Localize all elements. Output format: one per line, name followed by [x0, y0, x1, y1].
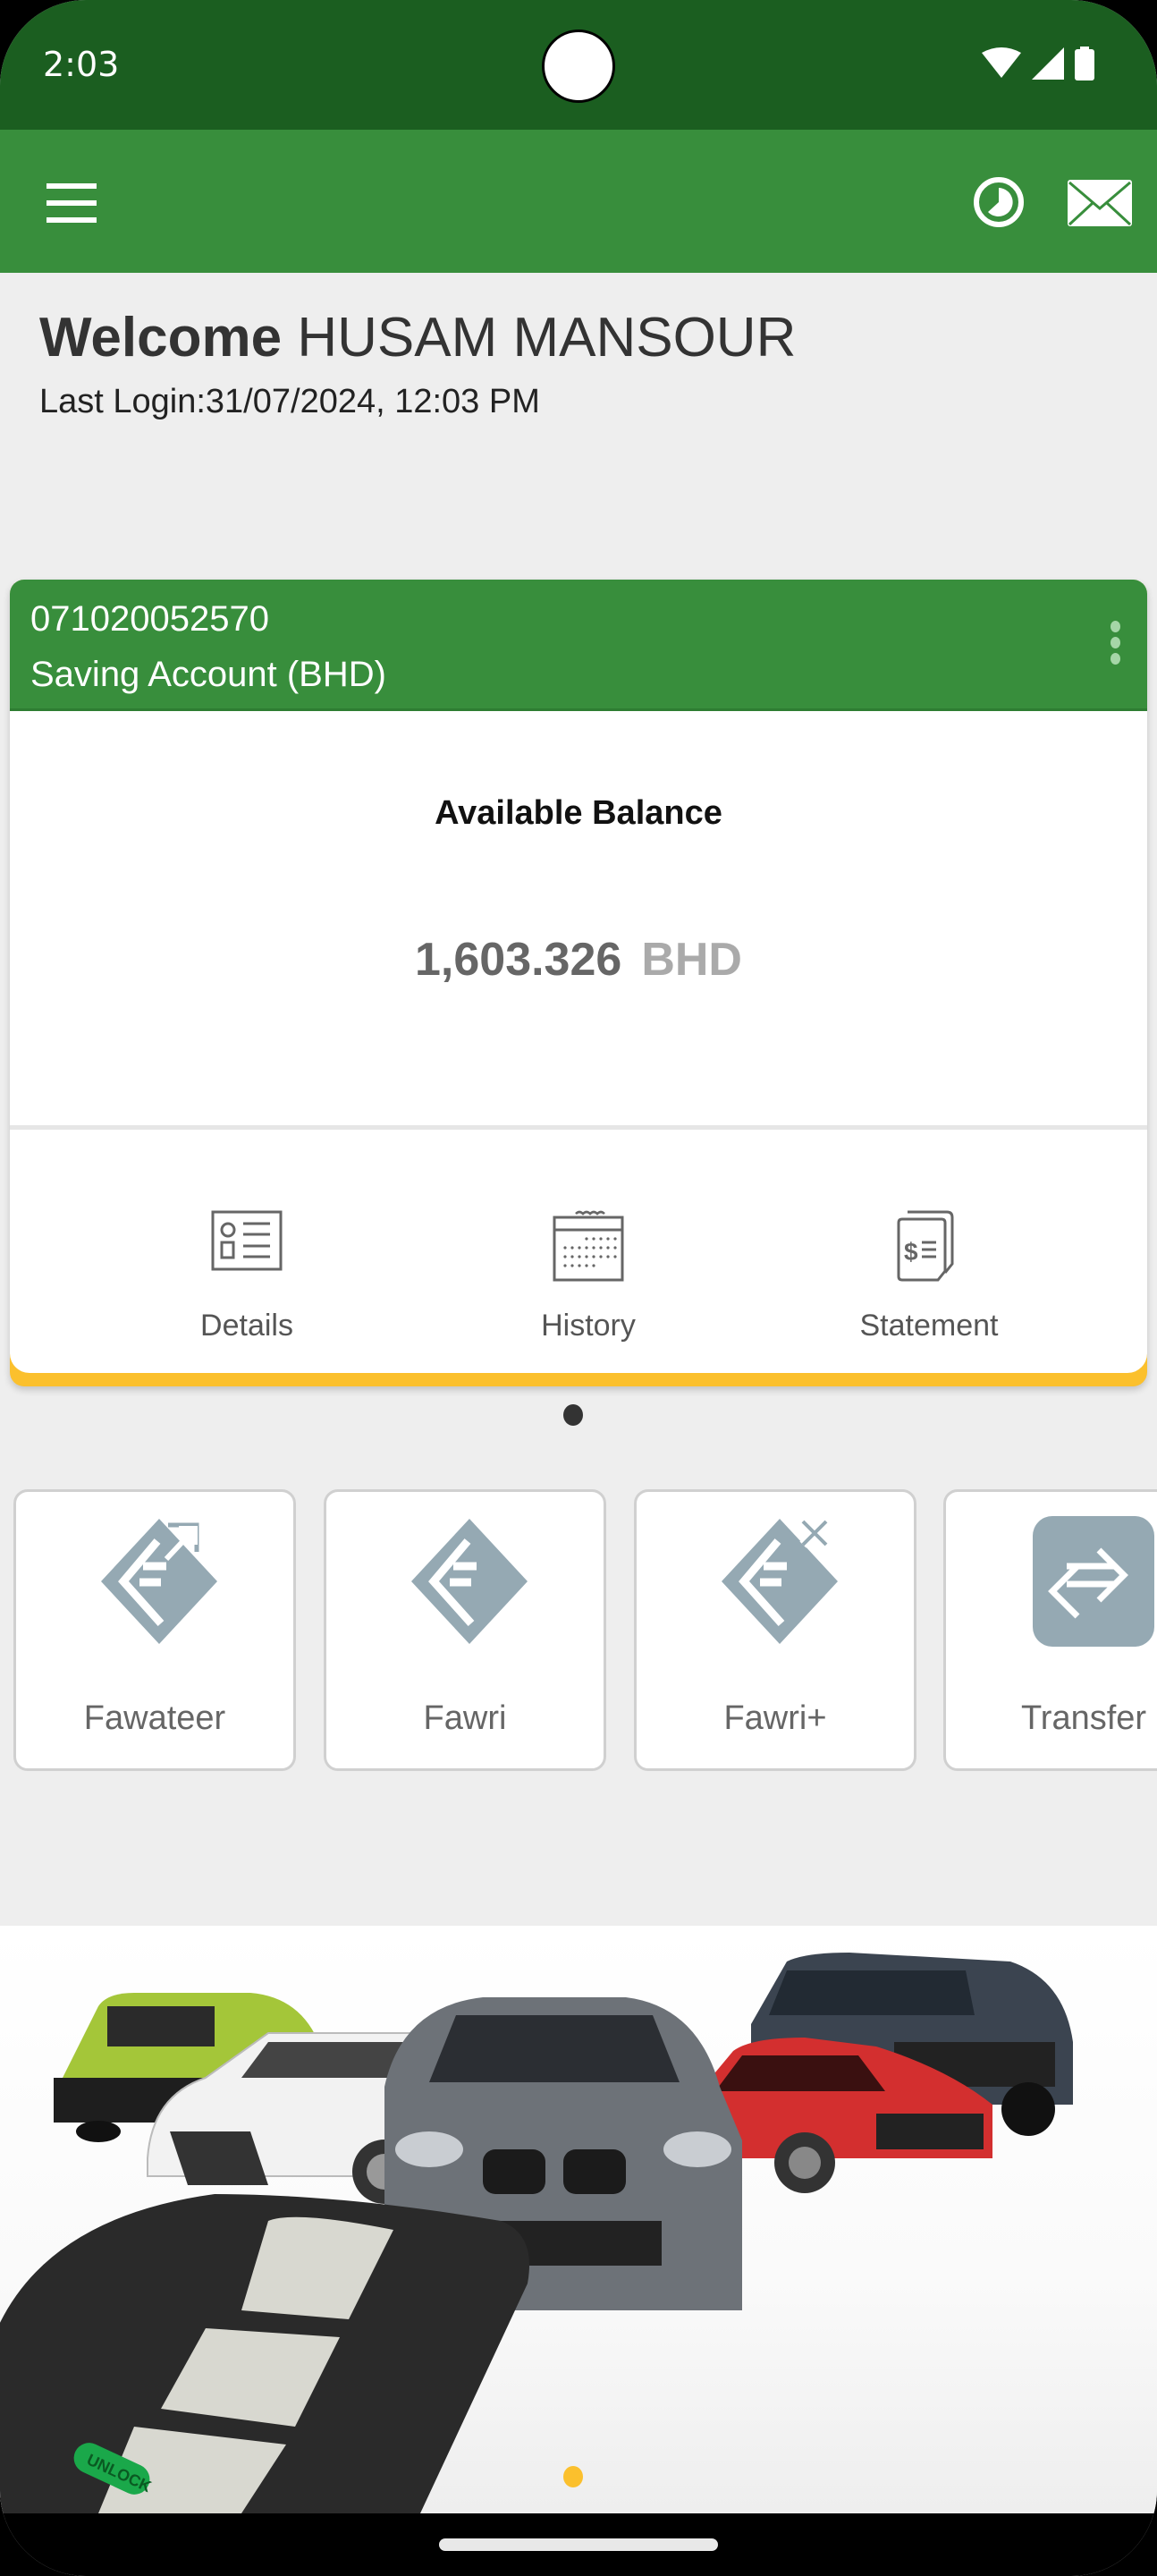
status-icons — [982, 47, 1094, 80]
details-button[interactable]: Details — [113, 1130, 381, 1353]
banner-pager-dot[interactable] — [563, 2466, 583, 2487]
details-label: Details — [200, 1309, 293, 1343]
camera-cutout — [542, 30, 615, 103]
hamburger-menu-icon[interactable] — [46, 183, 97, 223]
fawri-icon — [411, 1519, 528, 1644]
banner-cars-image: UNLOCK — [0, 1953, 1073, 2513]
fawri-tile[interactable]: Fawri — [324, 1489, 606, 1771]
last-login: Last Login:31/07/2024, 12:03 PM — [39, 383, 540, 420]
balance-amount: 1,603.326 — [414, 934, 622, 986]
transfer-arrows-icon — [1033, 1516, 1154, 1647]
balance-currency: BHD — [641, 934, 742, 986]
screen: 2:03 Welcome HUSAM MANSOUR Last Login:31… — [0, 0, 1157, 2576]
fawri-plus-tile[interactable]: Fawri+ — [634, 1489, 916, 1771]
app-bar — [0, 130, 1157, 273]
card-pager-dot[interactable] — [563, 1404, 583, 1426]
wifi-icon — [982, 47, 1021, 78]
status-bar: 2:03 — [0, 0, 1157, 130]
more-options-icon[interactable] — [1106, 621, 1124, 674]
details-card-icon — [211, 1210, 283, 1271]
system-nav-bar — [0, 2513, 1157, 2576]
statement-document-icon: $ — [897, 1210, 954, 1282]
history-button[interactable]: History — [454, 1130, 722, 1353]
battery-icon — [1075, 47, 1094, 80]
clock-history-icon[interactable] — [973, 176, 1025, 228]
history-label: History — [541, 1309, 636, 1343]
account-type: Saving Account (BHD) — [30, 655, 386, 694]
cellular-signal-icon — [1032, 47, 1064, 80]
account-actions: Details History $ Statement — [10, 1130, 1147, 1373]
statement-button[interactable]: $ Statement — [795, 1130, 1063, 1353]
transfer-label: Transfer — [1021, 1699, 1147, 1737]
account-card-body: 071020052570 Saving Account (BHD) Availa… — [10, 580, 1147, 1373]
welcome-greeting: Welcome — [39, 307, 283, 369]
svg-text:$: $ — [904, 1238, 918, 1266]
mail-envelope-icon[interactable] — [1068, 180, 1132, 226]
user-name: HUSAM MANSOUR — [297, 307, 797, 369]
calendar-icon — [553, 1210, 624, 1282]
fawateer-label: Fawateer — [83, 1699, 226, 1737]
status-time: 2:03 — [43, 45, 120, 84]
promo-banner[interactable]: UNLOCK — [0, 1926, 1157, 2513]
account-card-header: 071020052570 Saving Account (BHD) — [10, 580, 1147, 711]
balance-value: 1,603.326 BHD — [10, 933, 1147, 987]
home-gesture-handle[interactable] — [439, 2538, 718, 2551]
balance-label: Available Balance — [435, 794, 722, 832]
account-card[interactable]: 071020052570 Saving Account (BHD) Availa… — [10, 580, 1147, 1386]
fawri-plus-label: Fawri+ — [723, 1699, 827, 1737]
fawri-plus-icon — [722, 1518, 838, 1644]
fawateer-tile[interactable]: Fawateer — [13, 1489, 296, 1771]
transfer-tile[interactable]: Transfer — [943, 1489, 1157, 1771]
key-fob-graphic: UNLOCK — [0, 2194, 529, 2513]
account-number: 071020052570 — [30, 599, 269, 639]
statement-label: Statement — [859, 1309, 999, 1343]
fawri-label: Fawri — [423, 1699, 507, 1737]
fawateer-icon — [101, 1519, 217, 1644]
welcome-heading: Welcome HUSAM MANSOUR — [39, 306, 796, 369]
